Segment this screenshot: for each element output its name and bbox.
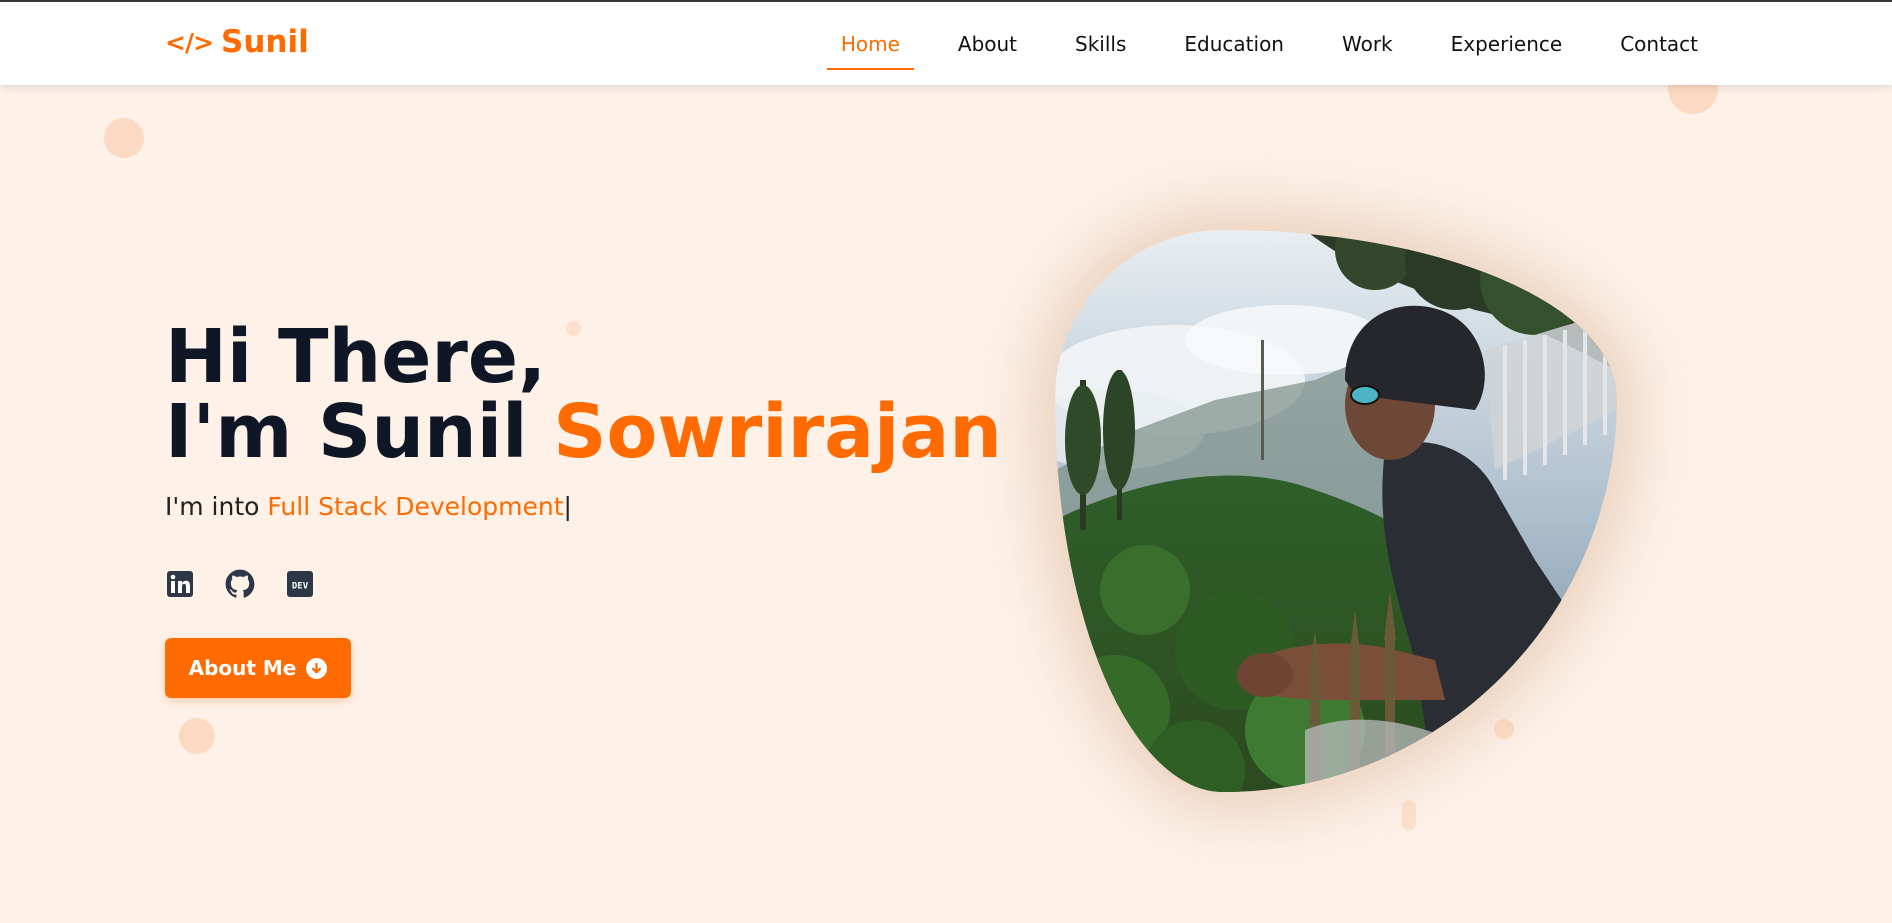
nav-item-education[interactable]: Education — [1170, 2, 1298, 85]
nav-item-skills[interactable]: Skills — [1061, 2, 1140, 85]
decor-bubble — [179, 718, 215, 754]
navbar: </> Sunil Home About Skills Education Wo… — [0, 2, 1892, 85]
logo-link[interactable]: </> Sunil — [165, 24, 309, 60]
hero-intro-prefix: I'm Sunil — [165, 389, 528, 475]
github-link[interactable] — [225, 569, 255, 599]
dev-icon-glyph: DEV — [292, 582, 309, 592]
profile-image — [1055, 230, 1617, 792]
social-links: DEV — [165, 569, 315, 599]
about-me-button[interactable]: About Me — [165, 638, 351, 698]
nav-item-experience[interactable]: Experience — [1437, 2, 1577, 85]
hero-name: Sowrirajan — [553, 389, 1002, 475]
profile-photo — [1055, 230, 1617, 792]
linkedin-icon — [167, 571, 193, 597]
dev-icon: DEV — [287, 571, 313, 597]
hero-sub-prefix: I'm into — [165, 492, 260, 521]
arrow-down-circle-icon — [306, 657, 328, 679]
about-me-label: About Me — [188, 656, 297, 680]
dev-link[interactable]: DEV — [285, 569, 315, 599]
code-icon: </> — [165, 27, 214, 57]
nav-item-about[interactable]: About — [944, 2, 1031, 85]
page: </> Sunil Home About Skills Education Wo… — [0, 0, 1892, 923]
logo-text: Sunil — [221, 24, 309, 60]
decor-bubble — [104, 118, 144, 158]
typing-cursor: | — [563, 492, 572, 521]
hero-subtitle: I'm into Full Stack Development| — [165, 492, 572, 521]
nav-links: Home About Skills Education Work Experie… — [826, 2, 1712, 85]
decor-bubble — [1402, 800, 1416, 830]
hero-title: Hi There, I'm Sunil Sowrirajan — [165, 320, 1002, 470]
linkedin-link[interactable] — [165, 569, 195, 599]
hero-greeting: Hi There, — [165, 314, 547, 400]
github-icon — [225, 569, 255, 598]
hero-role: Full Stack Development — [267, 492, 564, 521]
nav-item-work[interactable]: Work — [1328, 2, 1407, 85]
nav-item-contact[interactable]: Contact — [1606, 2, 1712, 85]
nav-item-home[interactable]: Home — [826, 2, 914, 85]
